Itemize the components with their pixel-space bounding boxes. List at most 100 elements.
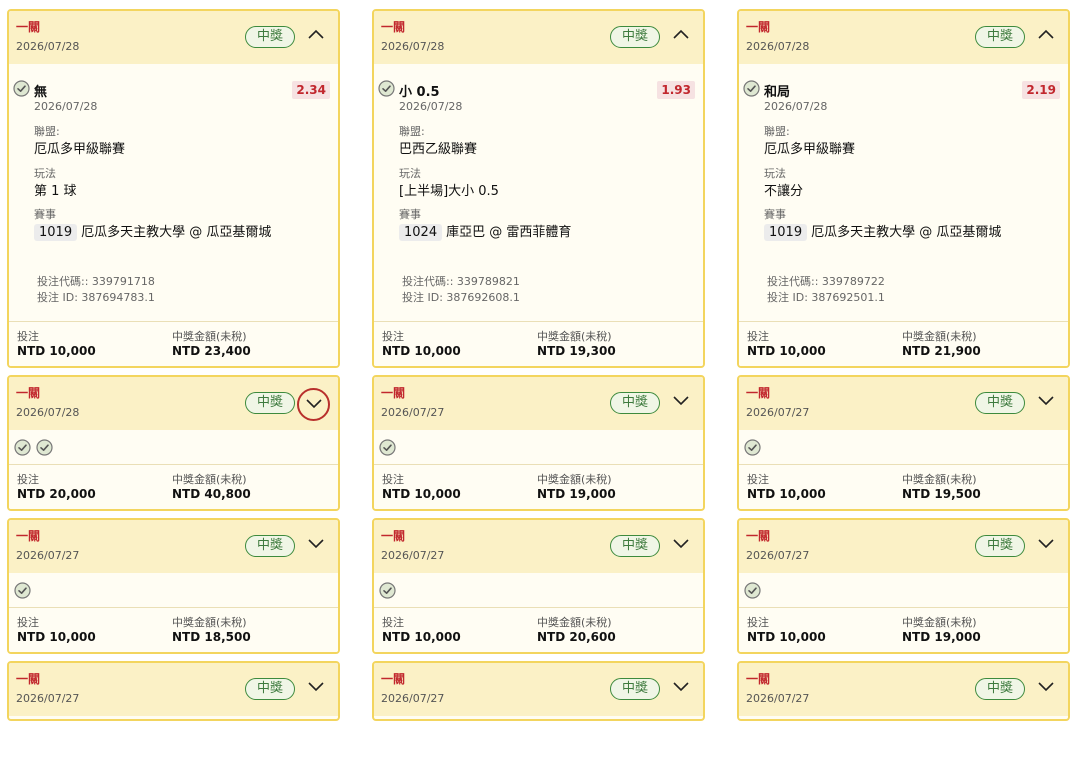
odds-badge: 2.19 <box>1022 81 1060 99</box>
bet-summary: 投注 NTD 10,000 中獎金額(未稅) NTD 19,000 <box>374 464 703 509</box>
league-value: 厄瓜多甲級聯賽 <box>34 142 126 157</box>
bet-codes: 投注代碼:: 339789722 投注 ID: 387692501.1 <box>739 261 1068 321</box>
bet-code: 投注代碼:: 339791718 <box>37 275 155 288</box>
bet-card-header[interactable]: 一關 2026/07/28 中獎 <box>374 11 703 64</box>
win-badge: 中獎 <box>610 535 660 557</box>
chevron-down-icon[interactable] <box>307 537 327 553</box>
selection-date: 2026/07/28 <box>764 100 828 113</box>
stake-value: NTD 10,000 <box>747 344 826 358</box>
bet-card-header[interactable]: 一關 2026/07/27 中獎 <box>374 663 703 716</box>
stake-value: NTD 10,000 <box>382 344 461 358</box>
bet-card: 一關 2026/07/27 中獎 投注 NTD 10,000 中獎金額(未稅) NTD 19… <box>737 375 1070 511</box>
chevron-down-icon[interactable] <box>672 680 692 696</box>
bet-card: 一關 2026/07/27 中獎 <box>737 661 1070 721</box>
chevron-down-icon[interactable] <box>672 394 692 410</box>
event-label: 賽事 <box>764 208 786 221</box>
odds-badge: 1.93 <box>657 81 695 99</box>
stake-label: 投注 <box>747 330 769 343</box>
bet-type-label: 一關 <box>381 529 406 543</box>
bet-card-header[interactable]: 一關 2026/07/27 中獎 <box>739 663 1068 716</box>
stake-value: NTD 20,000 <box>17 487 96 501</box>
bet-card: 一關 2026/07/27 中獎投注 NTD 10,000 中獎金額(未稅) NTD 19… <box>737 518 1070 654</box>
bet-summary: 投注 NTD 10,000 中獎金額(未稅) NTD 19,000 <box>739 607 1068 652</box>
bet-date: 2026/07/27 <box>16 692 80 705</box>
match-name: 厄瓜多天主教大學 @ 瓜亞基爾城 <box>811 225 1002 240</box>
event-value: 1024 庫亞巴 @ 雷西菲體育 <box>399 221 571 241</box>
match-name: 厄瓜多天主教大學 @ 瓜亞基爾城 <box>81 225 272 240</box>
play-label: 玩法 <box>34 167 56 180</box>
bet-type-label: 一關 <box>746 386 771 400</box>
bet-card: 一關 2026/07/28 中獎 投注 NTD 20,000 中獎金額(未稅) NTD 40… <box>7 375 340 511</box>
event-label: 賽事 <box>34 208 56 221</box>
chevron-down-icon[interactable] <box>672 537 692 553</box>
bet-summary: 投注 NTD 10,000 中獎金額(未稅) NTD 20,600 <box>374 607 703 652</box>
bet-card-header[interactable]: 一關 2026/07/27 中獎 <box>374 377 703 430</box>
chevron-up-icon[interactable] <box>1037 28 1057 44</box>
chevron-down-icon[interactable] <box>297 388 330 421</box>
check-circle-icon <box>379 582 396 599</box>
bet-codes: 投注代碼:: 339791718 投注 ID: 387694783.1 <box>9 261 338 321</box>
chevron-down-icon[interactable] <box>307 680 327 696</box>
chevron-down-icon[interactable] <box>1037 680 1057 696</box>
win-badge: 中獎 <box>245 26 295 48</box>
bet-card-header[interactable]: 一關 2026/07/27 中獎 <box>9 520 338 573</box>
bet-type-label: 一關 <box>381 20 406 34</box>
play-value: 不讓分 <box>764 184 804 199</box>
bet-card-header[interactable]: 一關 2026/07/27 中獎 <box>9 663 338 716</box>
stake-label: 投注 <box>382 616 404 629</box>
league-value: 巴西乙級聯賽 <box>399 142 478 157</box>
win-badge: 中獎 <box>975 678 1025 700</box>
check-circle-icon <box>14 582 31 599</box>
stake-label: 投注 <box>17 473 39 486</box>
bet-card-header[interactable]: 一關 2026/07/28 中獎 <box>739 11 1068 64</box>
bet-type-label: 一關 <box>746 672 771 686</box>
check-circle-icon <box>378 80 395 97</box>
match-id: 1024 <box>399 224 443 241</box>
check-circle-icon <box>744 582 761 599</box>
bet-summary: 投注 NTD 10,000 中獎金額(未稅) NTD 19,300 <box>374 321 703 366</box>
stake-label: 投注 <box>17 616 39 629</box>
chevron-down-icon[interactable] <box>1037 394 1057 410</box>
bet-card: 一關 2026/07/27 中獎 <box>7 661 340 721</box>
bet-detail: 小 0.5 1.93 2026/07/28 聯盟: 巴西乙級聯賽 玩法 [上半場]大小 0.… <box>374 64 703 261</box>
bet-card-header[interactable]: 一關 2026/07/27 中獎 <box>739 377 1068 430</box>
payout-value: NTD 19,300 <box>537 344 616 358</box>
chevron-up-icon[interactable] <box>307 28 327 44</box>
event-value: 1019 厄瓜多天主教大學 @ 瓜亞基爾城 <box>764 221 1001 241</box>
win-badge: 中獎 <box>975 26 1025 48</box>
chevron-up-icon[interactable] <box>672 28 692 44</box>
selection-name: 小 0.5 <box>399 85 440 100</box>
win-badge: 中獎 <box>975 535 1025 557</box>
stake-label: 投注 <box>382 330 404 343</box>
bet-card-header[interactable]: 一關 2026/07/28 中獎 <box>9 377 338 430</box>
stake-label: 投注 <box>382 473 404 486</box>
play-label: 玩法 <box>399 167 421 180</box>
play-label: 玩法 <box>764 167 786 180</box>
bet-type-label: 一關 <box>381 672 406 686</box>
stake-value: NTD 10,000 <box>747 630 826 644</box>
match-id: 1019 <box>764 224 808 241</box>
leg-checks <box>9 430 338 464</box>
payout-value: NTD 19,000 <box>902 630 981 644</box>
bet-date: 2026/07/27 <box>381 692 445 705</box>
payout-label: 中獎金額(未稅) <box>537 473 612 486</box>
payout-label: 中獎金額(未稅) <box>537 616 612 629</box>
play-value: [上半場]大小 0.5 <box>399 184 499 199</box>
bet-date: 2026/07/27 <box>746 406 810 419</box>
payout-value: NTD 19,000 <box>537 487 616 501</box>
event-label: 賽事 <box>399 208 421 221</box>
bet-card-header[interactable]: 一關 2026/07/27 中獎 <box>374 520 703 573</box>
play-value: 第 1 球 <box>34 184 77 199</box>
stake-value: NTD 10,000 <box>17 344 96 358</box>
bet-card-header[interactable]: 一關 2026/07/28 中獎 <box>9 11 338 64</box>
bet-card: 一關 2026/07/27 中獎 <box>372 661 705 721</box>
bet-card-header[interactable]: 一關 2026/07/27 中獎 <box>739 520 1068 573</box>
bet-codes: 投注代碼:: 339789821 投注 ID: 387692608.1 <box>374 261 703 321</box>
match-name: 庫亞巴 @ 雷西菲體育 <box>446 225 572 240</box>
chevron-down-icon[interactable] <box>1037 537 1057 553</box>
bet-card: 一關 2026/07/28 中獎 和局 2.19 2026/07/28 聯盟: 厄瓜多甲級聯賽… <box>737 9 1070 368</box>
league-value: 厄瓜多甲級聯賽 <box>764 142 856 157</box>
bet-card: 一關 2026/07/27 中獎投注 NTD 10,000 中獎金額(未稅) NTD 19… <box>372 375 705 511</box>
bet-type-label: 一關 <box>16 386 41 400</box>
bet-type-label: 一關 <box>746 20 771 34</box>
